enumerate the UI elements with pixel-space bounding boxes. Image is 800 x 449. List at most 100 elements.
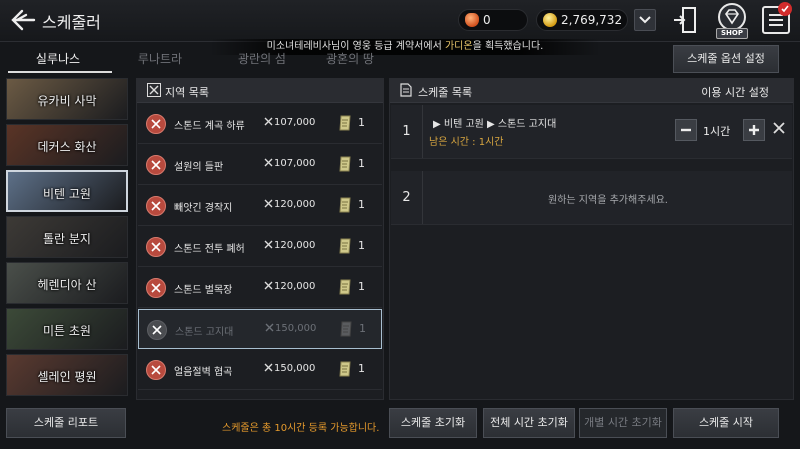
crossed-swords-emblem-icon [147,320,167,340]
scroll-ticket-icon [339,361,351,377]
area-name: 빼앗긴 경작지 [174,203,233,214]
schedule-title: 스케줄 목록 [418,86,473,99]
area-row[interactable]: 얼음절벽 협곡 150,000 1 [138,350,382,390]
gold-counter: 2,769,732 [536,9,628,31]
area-row[interactable]: 스톤드 전투 폐허 120,000 1 [138,227,382,267]
schedule-number: 1 [391,105,423,158]
exit-icon[interactable] [672,6,698,34]
scroll-ticket-icon [339,238,351,254]
cost-icon [264,117,273,126]
crossed-swords-emblem-icon [146,237,166,257]
active-tab-indicator [8,71,112,73]
region-label: 미튼 초원 [43,324,91,338]
area-cost: 150,000 [275,323,317,334]
area-count: 1 [358,239,365,252]
top-bar: 스케줄러 0 2,769,732 SHOP [0,0,800,42]
back-arrow-icon[interactable] [10,8,36,32]
tab-frenzy-land[interactable]: 광혼의 땅 [306,50,394,70]
schedule-header: 스케줄 목록 이용 시간 설정 [390,79,793,103]
region-item[interactable]: 데커스 화산 [6,124,128,166]
region-item[interactable]: 유카비 사막 [6,78,128,120]
reset-schedule-button[interactable]: 스케줄 초기화 [389,408,477,438]
cost-icon [264,281,273,290]
gem-counter: 0 [458,9,528,31]
crossed-swords-emblem-icon [146,114,166,134]
scroll-ticket-icon [339,197,351,213]
time-setting-header: 이용 시간 설정 [701,86,769,99]
area-name: 스톤드 벌목장 [174,285,233,296]
currency-dropdown-button[interactable] [634,9,656,31]
tab-silunas[interactable]: 실루나스 [14,50,102,70]
schedule-number: 2 [391,171,423,224]
area-row[interactable]: 스톤드 계곡 하류 107,000 1 [138,104,382,144]
area-count: 1 [358,198,365,211]
area-row[interactable]: 설원의 들판 107,000 1 [138,145,382,185]
region-label: 톨란 분지 [43,232,91,246]
area-cost: 120,000 [274,240,316,251]
region-label: 셀레인 평원 [37,370,97,384]
hours-value: 1시간 [703,125,731,138]
gem-icon [465,13,479,27]
region-item[interactable]: 헤렌디아 산 [6,262,128,304]
scroll-ticket-icon [339,279,351,295]
remove-schedule-close-icon[interactable] [772,121,786,135]
start-schedule-button[interactable]: 스케줄 시작 [673,408,779,438]
crossed-swords-emblem-icon [146,360,166,380]
cost-icon [264,199,273,208]
area-count: 1 [359,322,366,335]
region-list: 유카비 사막데커스 화산비텐 고원톨란 분지헤렌디아 산미튼 초원셀레인 평원 [6,78,128,396]
crossed-swords-icon [147,83,161,97]
region-item[interactable]: 셀레인 평원 [6,354,128,396]
notice-highlight: 가디온 [444,41,473,52]
scroll-ticket-icon [339,115,351,131]
area-name: 스톤드 고지대 [175,327,234,338]
chevron-down-icon [639,16,651,24]
region-item[interactable]: 톨란 분지 [6,216,128,258]
shop-button[interactable]: SHOP [712,3,752,41]
schedule-options-button[interactable]: 스케줄 옵션 설정 [673,45,779,73]
region-label: 헤렌디아 산 [37,278,97,292]
tab-frenzy-island[interactable]: 광란의 섬 [218,50,306,70]
area-cost: 107,000 [274,158,316,169]
diamond-icon [718,3,746,31]
area-list-title: 지역 목록 [165,86,209,99]
cost-icon [264,240,273,249]
area-row[interactable]: 빼앗긴 경작지 120,000 1 [138,186,382,226]
crossed-swords-emblem-icon [146,155,166,175]
area-row[interactable]: 스톤드 벌목장 120,000 1 [138,268,382,308]
decrease-hours-button[interactable] [675,119,697,141]
area-name: 스톤드 계곡 하류 [174,121,245,132]
area-list-header: 지역 목록 [137,79,383,103]
reset-each-time-button[interactable]: 개별 시간 초기화 [579,408,667,438]
reset-all-time-button[interactable]: 전체 시간 초기화 [483,408,575,438]
area-cost: 107,000 [274,117,316,128]
crossed-swords-emblem-icon [146,196,166,216]
notification-badge [778,2,792,16]
empty-slot-hint: 원하는 지역을 추가해주세요. [548,195,668,206]
cost-icon [265,323,274,332]
area-name: 스톤드 전투 폐허 [174,244,245,255]
region-item[interactable]: 미튼 초원 [6,308,128,350]
plus-icon [749,125,759,135]
region-item[interactable]: 비텐 고원 [6,170,128,212]
area-list-panel: 지역 목록 스톤드 계곡 하류 107,000 1 설원의 들판 107,000 1 빼앗긴… [136,78,384,400]
area-name: 얼음절벽 협곡 [174,367,233,378]
crossed-swords-emblem-icon [146,278,166,298]
gold-coin-icon [543,13,557,27]
schedule-panel: 스케줄 목록 이용 시간 설정 1 ▶ 비텐 고원 ▶ 스톤드 고지대 남은 시… [389,78,794,400]
area-cost: 150,000 [274,363,316,374]
schedule-report-button[interactable]: 스케줄 리포트 [6,408,126,438]
increase-hours-button[interactable] [743,119,765,141]
minus-icon [681,128,691,132]
area-name: 설원의 들판 [174,162,224,173]
gold-value: 2,769,732 [561,13,623,27]
tab-lunatra[interactable]: 루나트라 [116,50,204,70]
region-label: 비텐 고원 [43,187,91,201]
schedule-row[interactable]: 1 ▶ 비텐 고원 ▶ 스톤드 고지대 남은 시간 : 1시간 1시간 [391,105,792,159]
schedule-row-empty[interactable]: 2 원하는 지역을 추가해주세요. [391,171,792,225]
area-row[interactable]: 스톤드 고지대 150,000 1 [138,309,382,349]
notice-text-suffix: 을 획득했습니다. [472,41,544,52]
area-count: 1 [358,157,365,170]
region-label: 데커스 화산 [37,140,97,154]
cost-icon [264,363,273,372]
